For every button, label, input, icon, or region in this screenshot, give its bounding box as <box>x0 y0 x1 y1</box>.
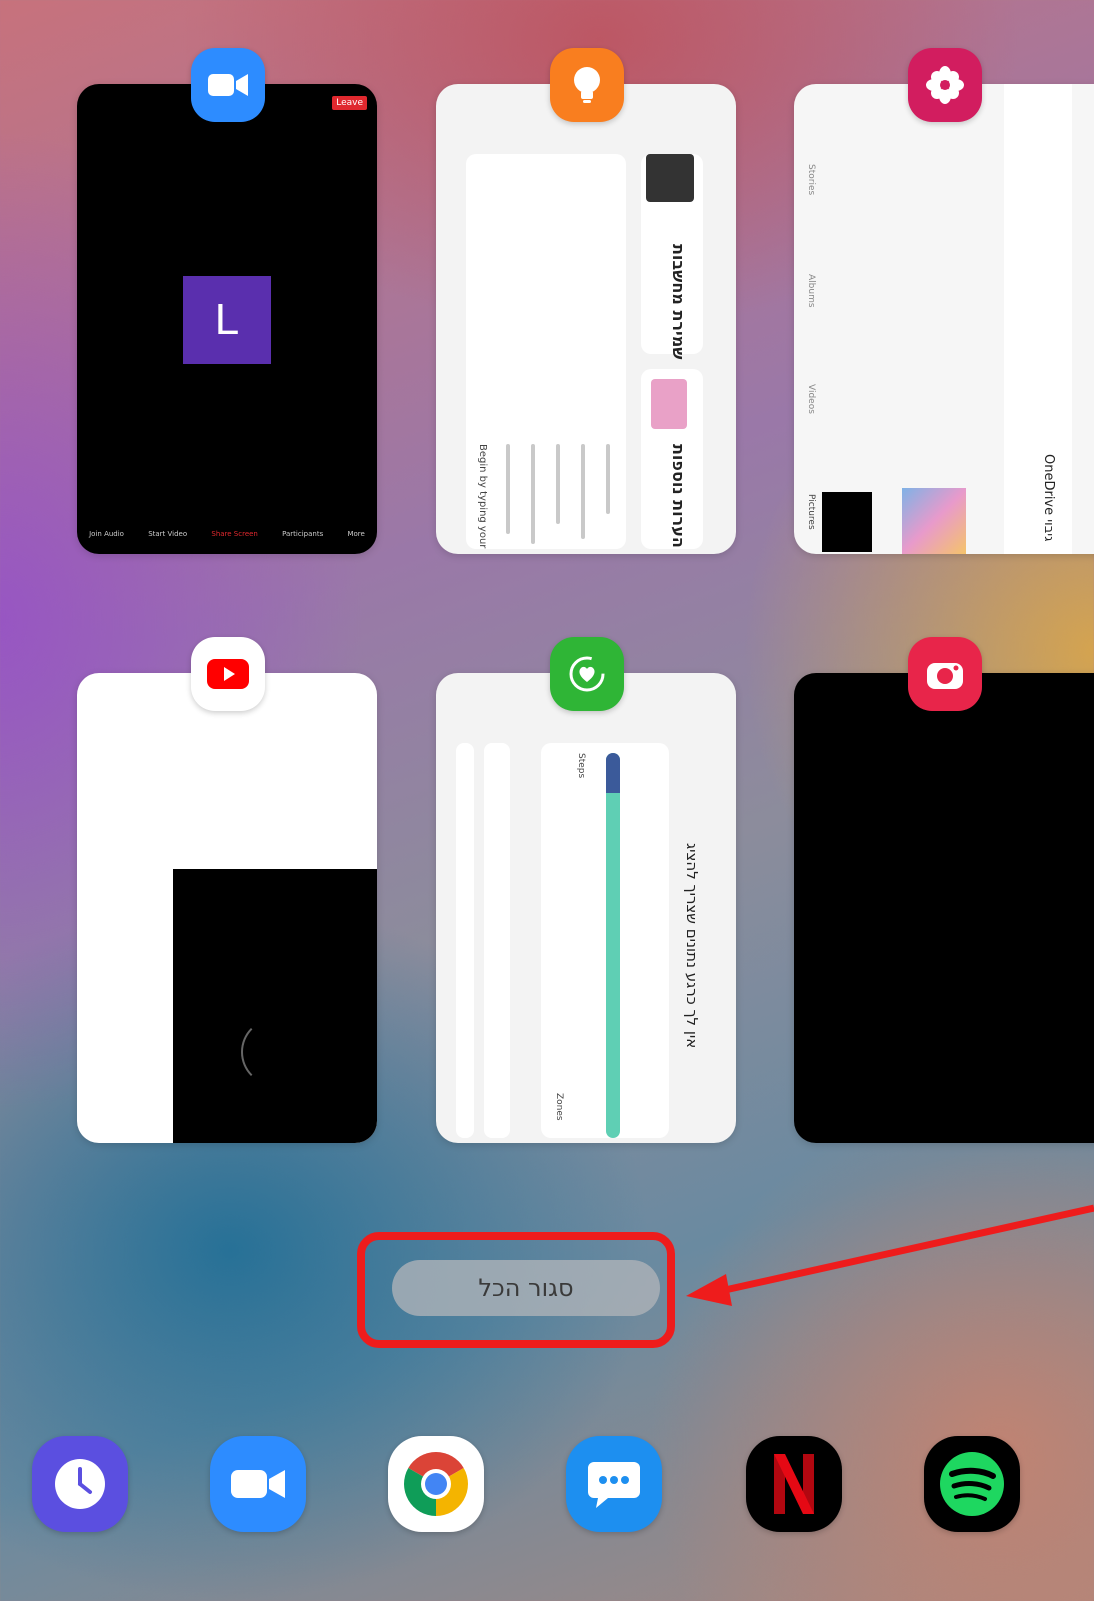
start-video-control: Start Video <box>148 530 188 538</box>
dock-spotify[interactable] <box>924 1436 1020 1532</box>
notes-heading-1: שמירת מחשבות <box>669 244 688 360</box>
gallery-app-badge[interactable] <box>908 48 982 122</box>
dock-messages[interactable] <box>566 1436 662 1532</box>
notes-heading-2: הערות נוספות <box>669 444 688 548</box>
spotify-icon <box>940 1452 1004 1516</box>
video-player-area <box>173 869 377 1143</box>
notes-thumbnail <box>651 379 687 429</box>
dock-zoom[interactable] <box>210 1436 306 1532</box>
health-panel <box>541 743 669 1138</box>
steps-progress-bar <box>606 753 620 1138</box>
notes-line <box>506 444 510 534</box>
notes-line <box>531 444 535 544</box>
zones-label: Zones <box>554 1093 564 1121</box>
clock-icon <box>55 1459 105 1509</box>
zoom-icon <box>231 1470 285 1498</box>
lightbulb-icon <box>574 67 600 103</box>
camera-icon <box>927 663 963 689</box>
gallery-tab-videos: Videos <box>806 384 816 414</box>
zoom-app-badge[interactable] <box>191 48 265 122</box>
avatar-letter: L <box>214 295 240 344</box>
zoom-icon <box>208 74 248 96</box>
gallery-thumbnail <box>902 488 966 554</box>
recent-app-card-health[interactable]: אין לך כרגע נתונים שצריך להציג Steps Zon… <box>436 673 736 1143</box>
gallery-tab-pictures: Pictures <box>806 494 816 530</box>
recent-app-card-youtube[interactable] <box>77 673 377 1143</box>
gallery-thumbnail <box>822 492 872 552</box>
zoom-toolbar: Join Audio Start Video Share Screen Part… <box>77 530 377 550</box>
recent-app-card-notes[interactable]: שמירת מחשבות הערות נוספות Begin by typin… <box>436 84 736 554</box>
notes-line <box>581 444 585 539</box>
annotation-arrow-icon <box>686 1204 1094 1306</box>
gallery-header-text: OneDrive גיבוי <box>1041 454 1056 542</box>
share-screen-control: Share Screen <box>211 530 258 538</box>
health-app-badge[interactable] <box>550 637 624 711</box>
join-audio-control: Join Audio <box>89 530 124 538</box>
chrome-icon <box>404 1452 468 1516</box>
dock-netflix[interactable] <box>746 1436 842 1532</box>
dock-clock[interactable] <box>32 1436 128 1532</box>
participants-control: Participants <box>282 530 324 538</box>
recent-app-card-gallery[interactable]: OneDrive גיבוי Pictures Videos Albums St… <box>794 84 1094 554</box>
recent-app-card-zoom[interactable]: Leave L Join Audio Start Video Share Scr… <box>77 84 377 554</box>
notes-app-badge[interactable] <box>550 48 624 122</box>
notes-side-text: Begin by typing your <box>477 444 488 549</box>
dock-chrome[interactable] <box>388 1436 484 1532</box>
leave-button[interactable]: Leave <box>332 96 367 110</box>
health-heading: אין לך כרגע נתונים שצריך להציג <box>683 843 701 1049</box>
steps-progress-fill <box>606 753 620 793</box>
youtube-app-badge[interactable] <box>191 637 265 711</box>
notes-line <box>556 444 560 524</box>
health-panel <box>456 743 474 1138</box>
netflix-icon <box>774 1454 814 1514</box>
youtube-icon <box>207 659 249 689</box>
gallery-header <box>1004 84 1072 554</box>
message-icon <box>588 1462 640 1508</box>
notes-line <box>606 444 610 514</box>
recent-app-card-camera[interactable] <box>794 673 1094 1143</box>
notes-panel-left <box>466 154 626 549</box>
flower-icon <box>926 66 964 104</box>
notes-thumbnail <box>646 154 694 202</box>
participant-avatar: L <box>183 276 271 364</box>
gallery-tab-stories: Stories <box>806 164 816 196</box>
highlight-box <box>357 1232 675 1348</box>
loading-spinner <box>241 1018 309 1086</box>
more-control: More <box>347 530 365 538</box>
health-panel <box>484 743 510 1138</box>
gallery-tab-albums: Albums <box>806 274 816 308</box>
camera-app-badge[interactable] <box>908 637 982 711</box>
heart-icon <box>569 656 605 692</box>
steps-label: Steps <box>576 753 586 779</box>
